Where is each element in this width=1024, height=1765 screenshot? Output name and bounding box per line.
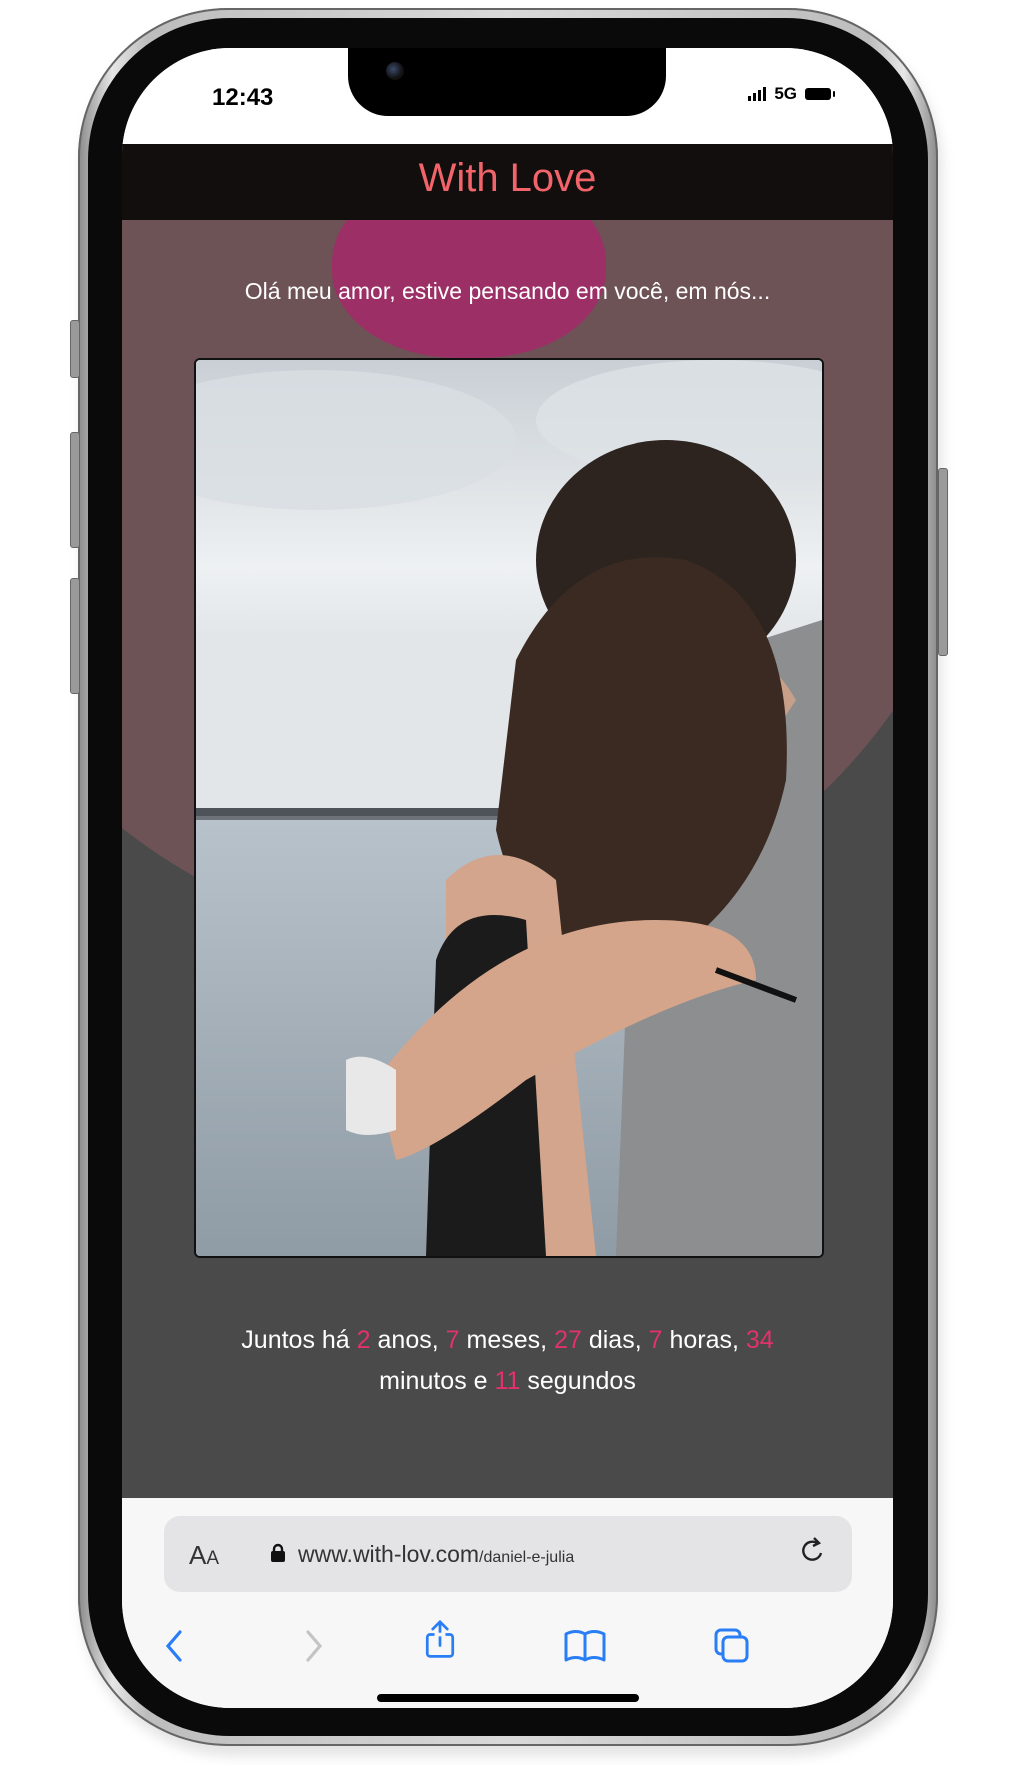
minutes-value: 34 bbox=[745, 1326, 774, 1354]
years-value: 2 bbox=[356, 1326, 371, 1354]
days-value: 27 bbox=[554, 1326, 582, 1354]
address-bar[interactable]: AA www.with-lov.com/daniel-e-julia bbox=[164, 1516, 852, 1592]
years-label: anos, bbox=[377, 1326, 439, 1354]
signal-icon bbox=[748, 87, 767, 101]
days-label: dias, bbox=[588, 1326, 642, 1354]
back-icon[interactable] bbox=[156, 1626, 196, 1666]
web-page: With Love Olá meu amor, estive pensando … bbox=[122, 144, 893, 1498]
months-value: 7 bbox=[445, 1326, 460, 1354]
text-size-icon[interactable]: AA bbox=[189, 1540, 219, 1571]
notch bbox=[348, 48, 666, 116]
minutes-label: minutos e bbox=[379, 1367, 488, 1395]
lock-icon bbox=[271, 1543, 285, 1562]
couple-photo-illustration bbox=[196, 360, 822, 1256]
tabs-icon[interactable] bbox=[712, 1626, 752, 1666]
status-time: 12:43 bbox=[212, 84, 274, 111]
page-title: With Love bbox=[418, 156, 597, 200]
seconds-value: 11 bbox=[494, 1367, 521, 1395]
status-indicators: 5G bbox=[748, 84, 835, 104]
reload-icon[interactable] bbox=[794, 1534, 830, 1570]
url-path: /daniel-e-julia bbox=[479, 1549, 575, 1566]
silent-switch bbox=[70, 320, 80, 378]
power-button bbox=[938, 468, 948, 656]
phone-screen: 12:43 5G With Love Olá meu amor, estive … bbox=[122, 48, 893, 1708]
counter-prefix: Juntos há bbox=[241, 1326, 350, 1354]
network-type: 5G bbox=[774, 84, 797, 103]
url-text[interactable]: www.with-lov.com/daniel-e-julia bbox=[298, 1541, 574, 1568]
forward-icon[interactable] bbox=[292, 1626, 332, 1666]
hours-value: 7 bbox=[648, 1326, 663, 1354]
volume-down-button bbox=[70, 578, 80, 694]
url-domain: www.with-lov.com bbox=[298, 1541, 480, 1567]
home-indicator[interactable] bbox=[377, 1694, 639, 1702]
volume-up-button bbox=[70, 432, 80, 548]
hours-label: horas, bbox=[669, 1326, 739, 1354]
couple-photo bbox=[194, 358, 824, 1258]
battery-icon bbox=[805, 88, 835, 100]
front-camera bbox=[386, 62, 404, 80]
months-label: meses, bbox=[466, 1326, 548, 1354]
bookmarks-icon[interactable] bbox=[562, 1626, 608, 1666]
browser-toolbar: AA www.with-lov.com/daniel-e-julia bbox=[122, 1498, 893, 1708]
seconds-label: segundos bbox=[527, 1367, 636, 1395]
relationship-counter: Juntos há 2 anos, 7 meses, 27 dias, 7 ho… bbox=[182, 1320, 833, 1402]
share-icon[interactable] bbox=[420, 1620, 460, 1660]
page-header: With Love bbox=[122, 144, 893, 220]
greeting-message: Olá meu amor, estive pensando em você, e… bbox=[244, 278, 771, 304]
